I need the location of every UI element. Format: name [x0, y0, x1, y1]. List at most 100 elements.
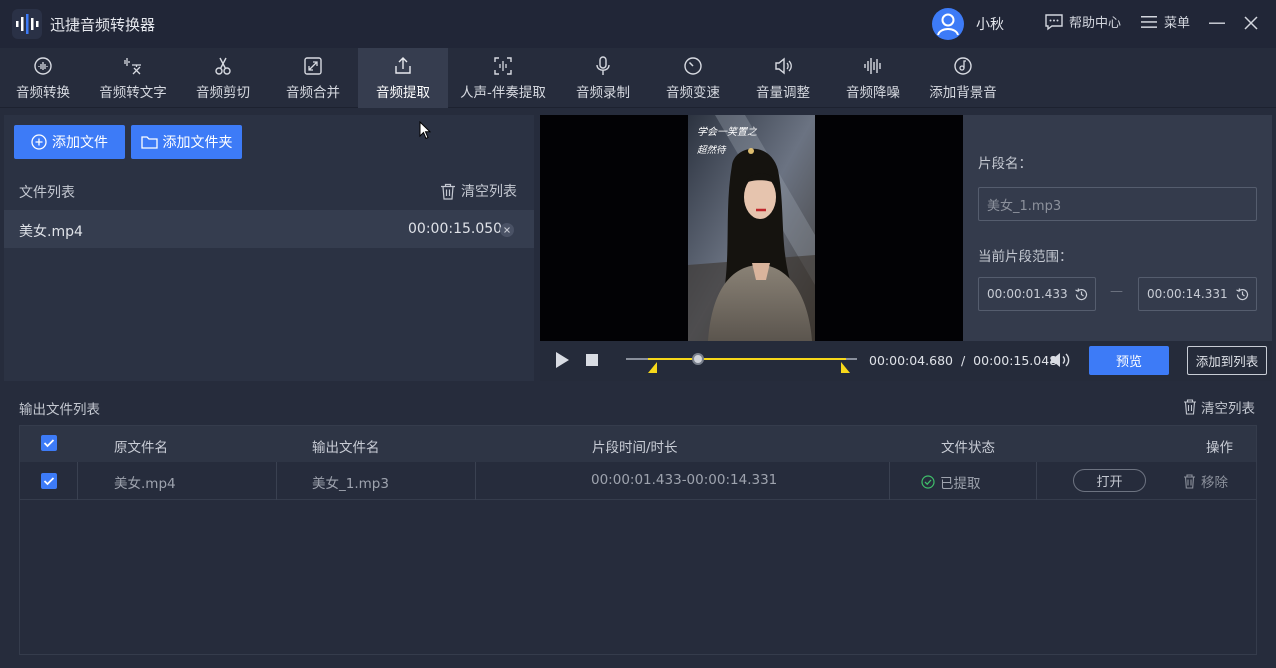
- range-label: 当前片段范围：: [978, 249, 1073, 265]
- row-status: 已提取: [921, 472, 981, 492]
- tool-label: 音频转换: [16, 85, 70, 101]
- merge-icon: [304, 57, 322, 75]
- segment-name-placeholder: 美女_1.mp3: [987, 198, 1062, 214]
- add-file-button[interactable]: 添加文件: [14, 125, 125, 159]
- tool-add-bgm[interactable]: 添加背景音: [918, 48, 1008, 108]
- user-avatar-icon[interactable]: [932, 8, 964, 40]
- tool-label: 音频降噪: [846, 85, 900, 101]
- remove-button[interactable]: 移除: [1183, 471, 1228, 491]
- end-time-value: 00:00:14.331: [1147, 287, 1228, 301]
- microphone-icon: [596, 56, 610, 75]
- selected-range: [647, 358, 846, 360]
- tool-audio-extract[interactable]: 音频提取: [358, 48, 448, 108]
- time-separator: /: [960, 353, 966, 368]
- video-caption-2: 超然待: [697, 144, 727, 156]
- upload-icon: [395, 57, 411, 74]
- start-time-input[interactable]: 00:00:01.433: [978, 277, 1096, 311]
- tool-audio-merge[interactable]: 音频合并: [268, 48, 358, 108]
- app-logo-icon: [12, 9, 42, 39]
- reset-time-icon[interactable]: [1074, 287, 1089, 302]
- tool-audio-cut[interactable]: 音频剪切: [178, 48, 268, 108]
- remove-label: 移除: [1201, 475, 1228, 491]
- add-folder-button[interactable]: 添加文件夹: [131, 125, 242, 159]
- tool-label: 音频剪切: [196, 85, 250, 101]
- stop-icon[interactable]: [586, 354, 598, 366]
- volume-icon: [775, 57, 792, 75]
- tool-label: 音频变速: [666, 85, 720, 101]
- denoise-icon: [864, 58, 881, 74]
- segment-name-label: 片段名：: [978, 156, 1032, 172]
- clear-list-label: 清空列表: [461, 184, 517, 200]
- reset-time-icon[interactable]: [1235, 287, 1250, 302]
- clear-output-label: 清空列表: [1201, 401, 1255, 417]
- clear-output-list-button[interactable]: 清空列表: [1183, 397, 1255, 417]
- column-divider: [475, 462, 476, 500]
- username[interactable]: 小秋: [976, 14, 1004, 34]
- mouse-cursor-icon: [419, 121, 431, 140]
- segment-name-input[interactable]: 美女_1.mp3: [978, 187, 1257, 221]
- segment-properties-panel: 片段名： 美女_1.mp3 当前片段范围： 00:00:01.433 — 00:…: [963, 115, 1272, 341]
- folder-icon: [140, 135, 158, 149]
- close-icon[interactable]: [1242, 14, 1260, 32]
- check-circle-icon: [921, 475, 935, 489]
- select-all-checkbox[interactable]: [41, 435, 57, 451]
- audio-to-text-icon: [124, 58, 141, 75]
- video-preview: 学会一笑置之 超然待: [540, 115, 963, 341]
- column-divider: [276, 462, 277, 500]
- trash-icon: [1184, 473, 1195, 489]
- tool-label: 音频录制: [576, 85, 630, 101]
- row-source-name: 美女.mp4: [114, 476, 176, 492]
- tool-audio-convert[interactable]: 音频转换: [0, 48, 88, 108]
- trash-icon: [1184, 399, 1196, 415]
- title-bar: 迅捷音频转换器 小秋 帮助中心 菜单: [0, 0, 1276, 48]
- preview-button[interactable]: 预览: [1089, 346, 1169, 375]
- column-divider: [1036, 462, 1037, 500]
- tool-audio-to-text[interactable]: 音频转文字: [88, 48, 178, 108]
- scan-icon: [494, 57, 512, 75]
- clear-file-list-button[interactable]: 清空列表: [440, 181, 517, 201]
- tool-audio-speed[interactable]: 音频变速: [648, 48, 738, 108]
- help-center-button[interactable]: 帮助中心: [1044, 12, 1121, 31]
- tool-volume-adjust[interactable]: 音量调整: [738, 48, 828, 108]
- time-display: 00:00:04.680 / 00:00:15.048: [869, 353, 1057, 368]
- status-text: 已提取: [940, 476, 981, 492]
- audio-convert-icon: [34, 57, 52, 75]
- playhead-knob[interactable]: [691, 353, 704, 365]
- trash-icon: [441, 183, 455, 200]
- open-button[interactable]: 打开: [1073, 469, 1146, 492]
- tool-label: 添加背景音: [929, 85, 997, 101]
- header-file-status: 文件状态: [941, 440, 995, 456]
- tool-label: 人声-伴奏提取: [460, 85, 546, 101]
- add-to-list-button[interactable]: 添加到列表: [1187, 346, 1267, 375]
- file-list-item[interactable]: 美女.mp4 00:00:15.050: [4, 210, 534, 248]
- scissors-icon: [215, 57, 231, 75]
- tool-label: 音频提取: [376, 85, 430, 101]
- header-operations: 操作: [1206, 440, 1233, 456]
- remove-file-icon[interactable]: [500, 223, 514, 237]
- range-separator: —: [1110, 284, 1123, 299]
- output-table: 原文件名 输出文件名 片段时间/时长 文件状态 操作 美女.mp4 美女_1.m…: [19, 425, 1257, 655]
- timeline-slider[interactable]: [626, 351, 857, 375]
- file-list-title: 文件列表: [19, 185, 75, 201]
- current-time: 00:00:04.680: [869, 353, 953, 368]
- table-row[interactable]: 美女.mp4 美女_1.mp3 00:00:01.433-00:00:14.33…: [20, 462, 1256, 500]
- tool-audio-denoise[interactable]: 音频降噪: [828, 48, 918, 108]
- play-icon[interactable]: [554, 351, 570, 369]
- open-label: 打开: [1096, 475, 1123, 490]
- row-checkbox[interactable]: [41, 473, 57, 489]
- file-duration: 00:00:15.050: [408, 221, 503, 237]
- speaker-icon[interactable]: [1050, 351, 1072, 369]
- header-output-name: 输出文件名: [312, 440, 380, 456]
- video-caption-1: 学会一笑置之: [697, 126, 758, 138]
- tool-audio-record[interactable]: 音频录制: [558, 48, 648, 108]
- menu-button[interactable]: 菜单: [1140, 12, 1190, 31]
- minimize-icon[interactable]: [1208, 14, 1226, 32]
- output-list-title: 输出文件列表: [19, 402, 100, 418]
- table-header: 原文件名 输出文件名 片段时间/时长 文件状态 操作: [20, 426, 1256, 462]
- total-time: 00:00:15.048: [973, 353, 1058, 368]
- tool-label: 音频合并: [286, 85, 340, 101]
- add-file-label: 添加文件: [52, 135, 108, 151]
- hamburger-icon: [1141, 15, 1157, 28]
- end-time-input[interactable]: 00:00:14.331: [1138, 277, 1257, 311]
- tool-vocal-extract[interactable]: 人声-伴奏提取: [458, 48, 548, 108]
